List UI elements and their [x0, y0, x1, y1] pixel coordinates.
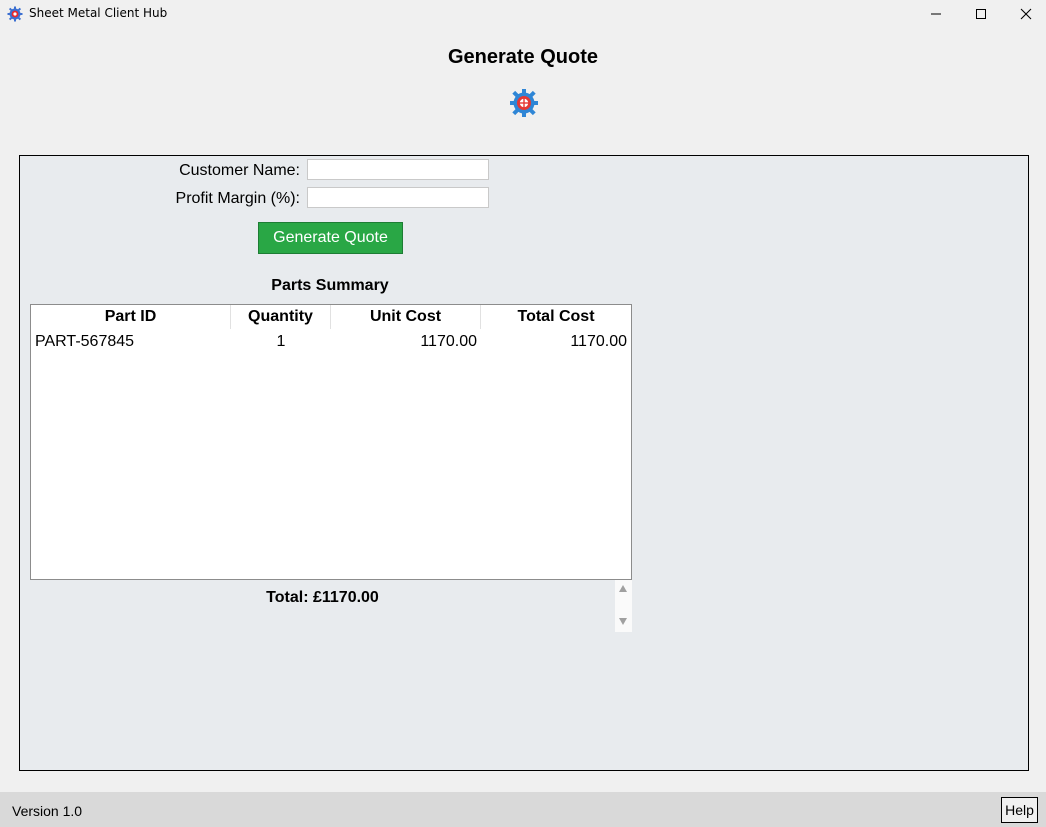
scroll-down-icon[interactable]	[619, 618, 627, 625]
page-title: Generate Quote	[447, 46, 599, 68]
column-header-unit-cost[interactable]: Unit Cost	[331, 305, 481, 329]
total-cost-cell: 1170.00	[570, 333, 627, 350]
version-label: Version 1.0	[12, 803, 83, 819]
customer-name-label: Customer Name:	[179, 162, 300, 179]
table-scrollbar[interactable]	[615, 580, 632, 632]
customer-name-input[interactable]	[307, 159, 489, 180]
quote-panel: Customer Name: Profit Margin (%): Genera…	[19, 155, 1029, 771]
table-header: Part ID Quantity Unit Cost Total Cost	[31, 305, 631, 329]
profit-margin-input[interactable]	[307, 187, 489, 208]
window-title: Sheet Metal Client Hub	[29, 6, 168, 20]
quote-total: Total: £1170.00	[266, 589, 379, 606]
minimize-icon	[931, 13, 941, 15]
part-id-cell: PART-567845	[35, 333, 135, 350]
column-header-part-id[interactable]: Part ID	[31, 305, 231, 329]
column-header-total-cost[interactable]: Total Cost	[481, 305, 631, 329]
close-button[interactable]	[1003, 0, 1046, 28]
scroll-up-icon[interactable]	[619, 585, 627, 592]
parts-table[interactable]: Part ID Quantity Unit Cost Total Cost PA…	[30, 304, 632, 580]
title-bar: Sheet Metal Client Hub	[0, 0, 1046, 28]
maximize-icon	[976, 9, 986, 19]
parts-summary-title: Parts Summary	[271, 277, 389, 294]
help-button[interactable]: Help	[1001, 797, 1038, 823]
unit-cost-cell: 1170.00	[420, 333, 477, 350]
generate-quote-button[interactable]: Generate Quote	[258, 222, 403, 254]
status-bar: Version 1.0 Help	[0, 792, 1046, 827]
close-icon	[1020, 8, 1032, 20]
column-header-quantity[interactable]: Quantity	[231, 305, 331, 329]
gear-icon	[7, 6, 23, 22]
table-row[interactable]: PART-567845 1 1170.00 1170.00	[31, 330, 631, 354]
maximize-button[interactable]	[958, 0, 1004, 28]
profit-margin-label: Profit Margin (%):	[175, 190, 300, 207]
quantity-cell: 1	[276, 333, 286, 350]
gear-icon	[510, 89, 538, 117]
minimize-button[interactable]	[913, 0, 959, 28]
